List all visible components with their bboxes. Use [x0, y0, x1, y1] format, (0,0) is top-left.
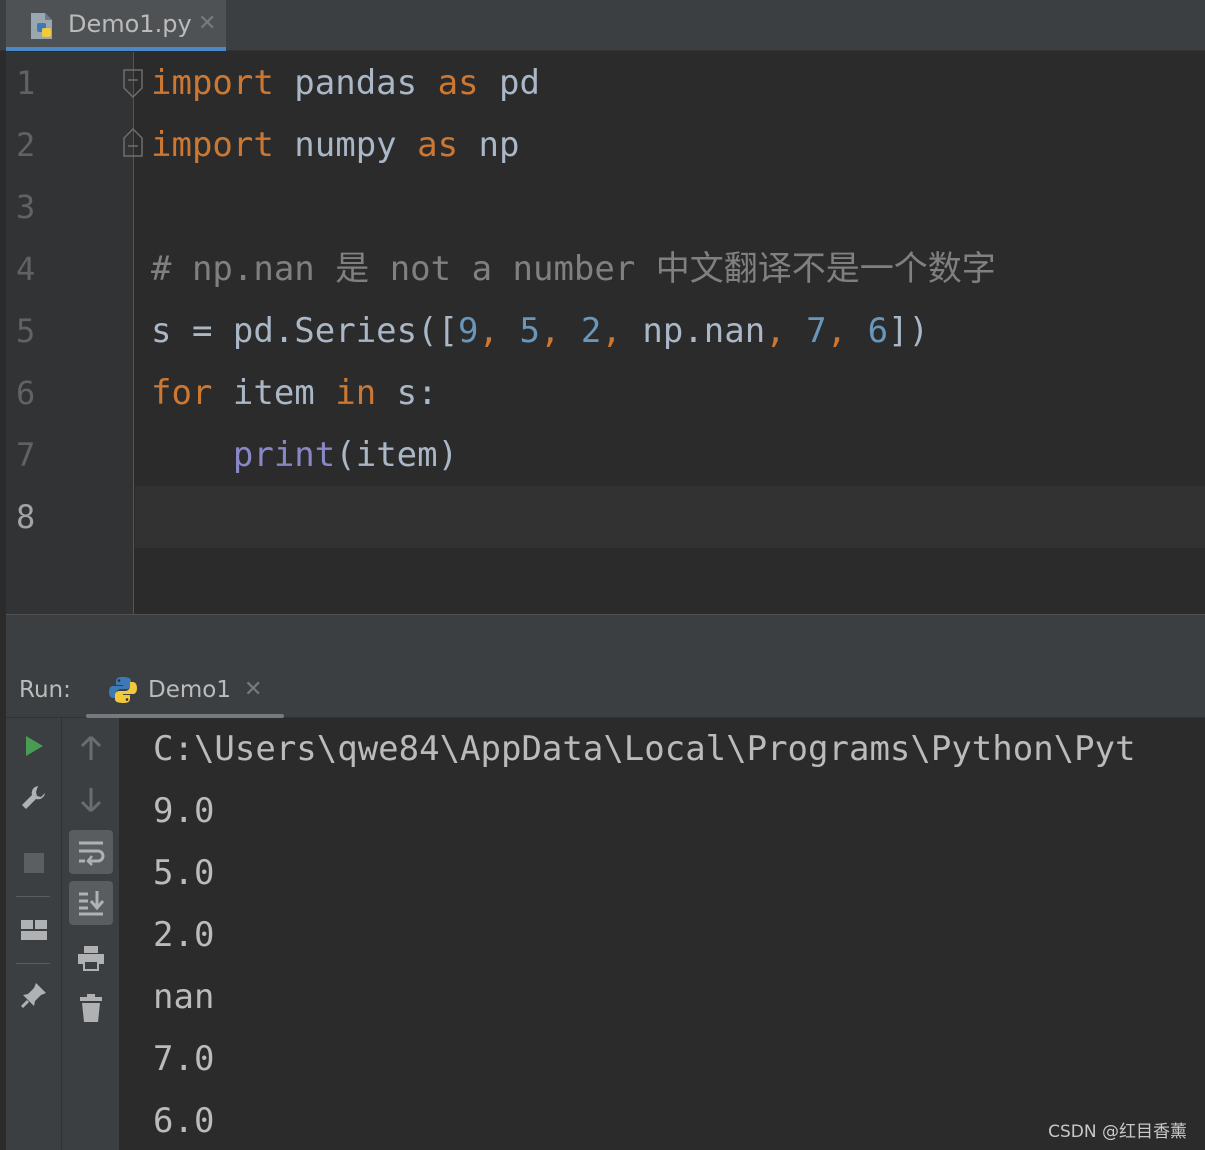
console-line: 6.0	[153, 1101, 215, 1141]
run-tab-close-icon[interactable]: ✕	[244, 677, 262, 702]
console-line: 9.0	[153, 791, 215, 831]
trash-icon	[80, 994, 102, 1022]
rerun-button[interactable]	[14, 726, 54, 766]
watermark: CSDN @红目香薰	[1048, 1122, 1187, 1142]
console-line: 7.0	[153, 1039, 215, 1079]
toolbar-separator	[16, 963, 50, 964]
editor-tab-bar: Demo1.py ✕	[0, 0, 1205, 51]
number-literal: 6	[867, 311, 889, 351]
keyword: import	[151, 63, 274, 103]
code-text: item	[212, 373, 336, 413]
keyword: as	[437, 63, 479, 103]
fold-open-icon[interactable]	[122, 68, 144, 100]
toolbar-separator	[16, 896, 50, 897]
restore-layout-button[interactable]	[14, 910, 54, 950]
soft-wrap-toggle[interactable]	[69, 830, 113, 874]
line-number: 3	[16, 188, 36, 226]
editor-tab-demo1[interactable]: Demo1.py ✕	[6, 0, 226, 51]
run-panel-header: Run: Demo1 ✕	[6, 664, 1205, 718]
code-line-5[interactable]: s = pd.Series([9, 5, 2, np.nan, 7, 6])	[151, 300, 929, 362]
line-number: 1	[16, 64, 36, 102]
run-toolbar-secondary	[62, 718, 120, 1150]
tab-file-name: Demo1.py	[68, 10, 192, 38]
clear-all-button[interactable]	[71, 988, 111, 1028]
current-line-highlight	[135, 486, 1205, 548]
python-icon	[109, 677, 137, 703]
run-tab-label: Demo1	[148, 677, 231, 703]
number-literal: 7	[806, 311, 827, 351]
code-text: ])	[888, 311, 930, 351]
print-icon	[78, 946, 104, 971]
number-literal: 2	[580, 311, 602, 351]
next-occurrence-button[interactable]	[71, 780, 111, 820]
stop-button[interactable]	[14, 843, 54, 883]
console-line: 2.0	[153, 915, 215, 955]
number-literal: 9	[458, 311, 479, 351]
code-text: s:	[376, 373, 438, 413]
line-number-current: 8	[16, 498, 36, 536]
console-output[interactable]: C:\Users\qwe84\AppData\Local\Programs\Py…	[120, 718, 1205, 1150]
play-icon	[26, 736, 43, 756]
run-toolbar-primary	[6, 718, 62, 1150]
keyword: as	[417, 125, 459, 165]
python-file-icon	[31, 13, 52, 39]
line-number-gutter[interactable]: 1 2 3 4 5 6 7 8	[6, 52, 134, 614]
console-line: nan	[153, 977, 215, 1017]
scroll-to-end-icon	[79, 891, 105, 916]
panel-splitter[interactable]	[6, 614, 1205, 664]
line-number: 2	[16, 126, 36, 164]
line-number: 7	[16, 436, 36, 474]
wrench-icon	[22, 786, 45, 809]
tab-close-icon[interactable]: ✕	[198, 11, 216, 36]
edit-configuration-button[interactable]	[14, 778, 54, 818]
comma: ,	[765, 311, 807, 351]
code-line-6[interactable]: for item in s:	[151, 362, 438, 424]
code-editor[interactable]: 1 2 3 4 5 6 7 8 import pandas as pd impo…	[6, 52, 1205, 614]
run-tab-demo1[interactable]: Demo1 ✕	[86, 664, 284, 718]
layout-icon	[21, 920, 47, 940]
fold-close-icon[interactable]	[122, 126, 144, 158]
run-panel-title: Run:	[19, 677, 71, 703]
code-text: np.nan	[642, 311, 766, 351]
comma: ,	[826, 311, 868, 351]
code-text: s = pd.Series([	[151, 311, 459, 351]
code-line-2[interactable]: import numpy as np	[151, 114, 520, 176]
line-number: 5	[16, 312, 36, 350]
code-line-1[interactable]: import pandas as pd	[151, 52, 540, 114]
stop-icon	[24, 853, 44, 873]
comma: ,	[539, 311, 581, 351]
comma: ,	[478, 311, 520, 351]
scroll-to-end-toggle[interactable]	[69, 881, 113, 925]
code-text: numpy	[273, 125, 418, 165]
code-line-7[interactable]: print(item)	[151, 424, 458, 486]
pin-icon	[20, 983, 46, 1009]
soft-wrap-icon	[79, 841, 105, 866]
up-arrow-icon	[80, 735, 102, 760]
console-line: 5.0	[153, 853, 215, 893]
code-text: (item)	[335, 435, 459, 475]
code-text: np	[458, 125, 520, 165]
previous-occurrence-button[interactable]	[71, 728, 111, 768]
down-arrow-icon	[80, 788, 102, 813]
keyword: in	[335, 373, 377, 413]
keyword: import	[151, 125, 274, 165]
active-tab-indicator	[6, 47, 226, 51]
code-text: pandas	[273, 63, 438, 103]
keyword: for	[151, 373, 213, 413]
code-line-4-comment[interactable]: # np.nan 是 not a number 中文翻译不是一个数字	[151, 238, 996, 300]
print-button[interactable]	[71, 938, 111, 978]
code-text: pd	[478, 63, 540, 103]
comma: ,	[601, 311, 643, 351]
pin-tab-button[interactable]	[14, 975, 54, 1015]
number-literal: 5	[519, 311, 540, 351]
line-number: 6	[16, 374, 36, 412]
console-line-command: C:\Users\qwe84\AppData\Local\Programs\Py…	[153, 729, 1136, 769]
line-number: 4	[16, 250, 36, 288]
builtin: print	[232, 435, 336, 475]
